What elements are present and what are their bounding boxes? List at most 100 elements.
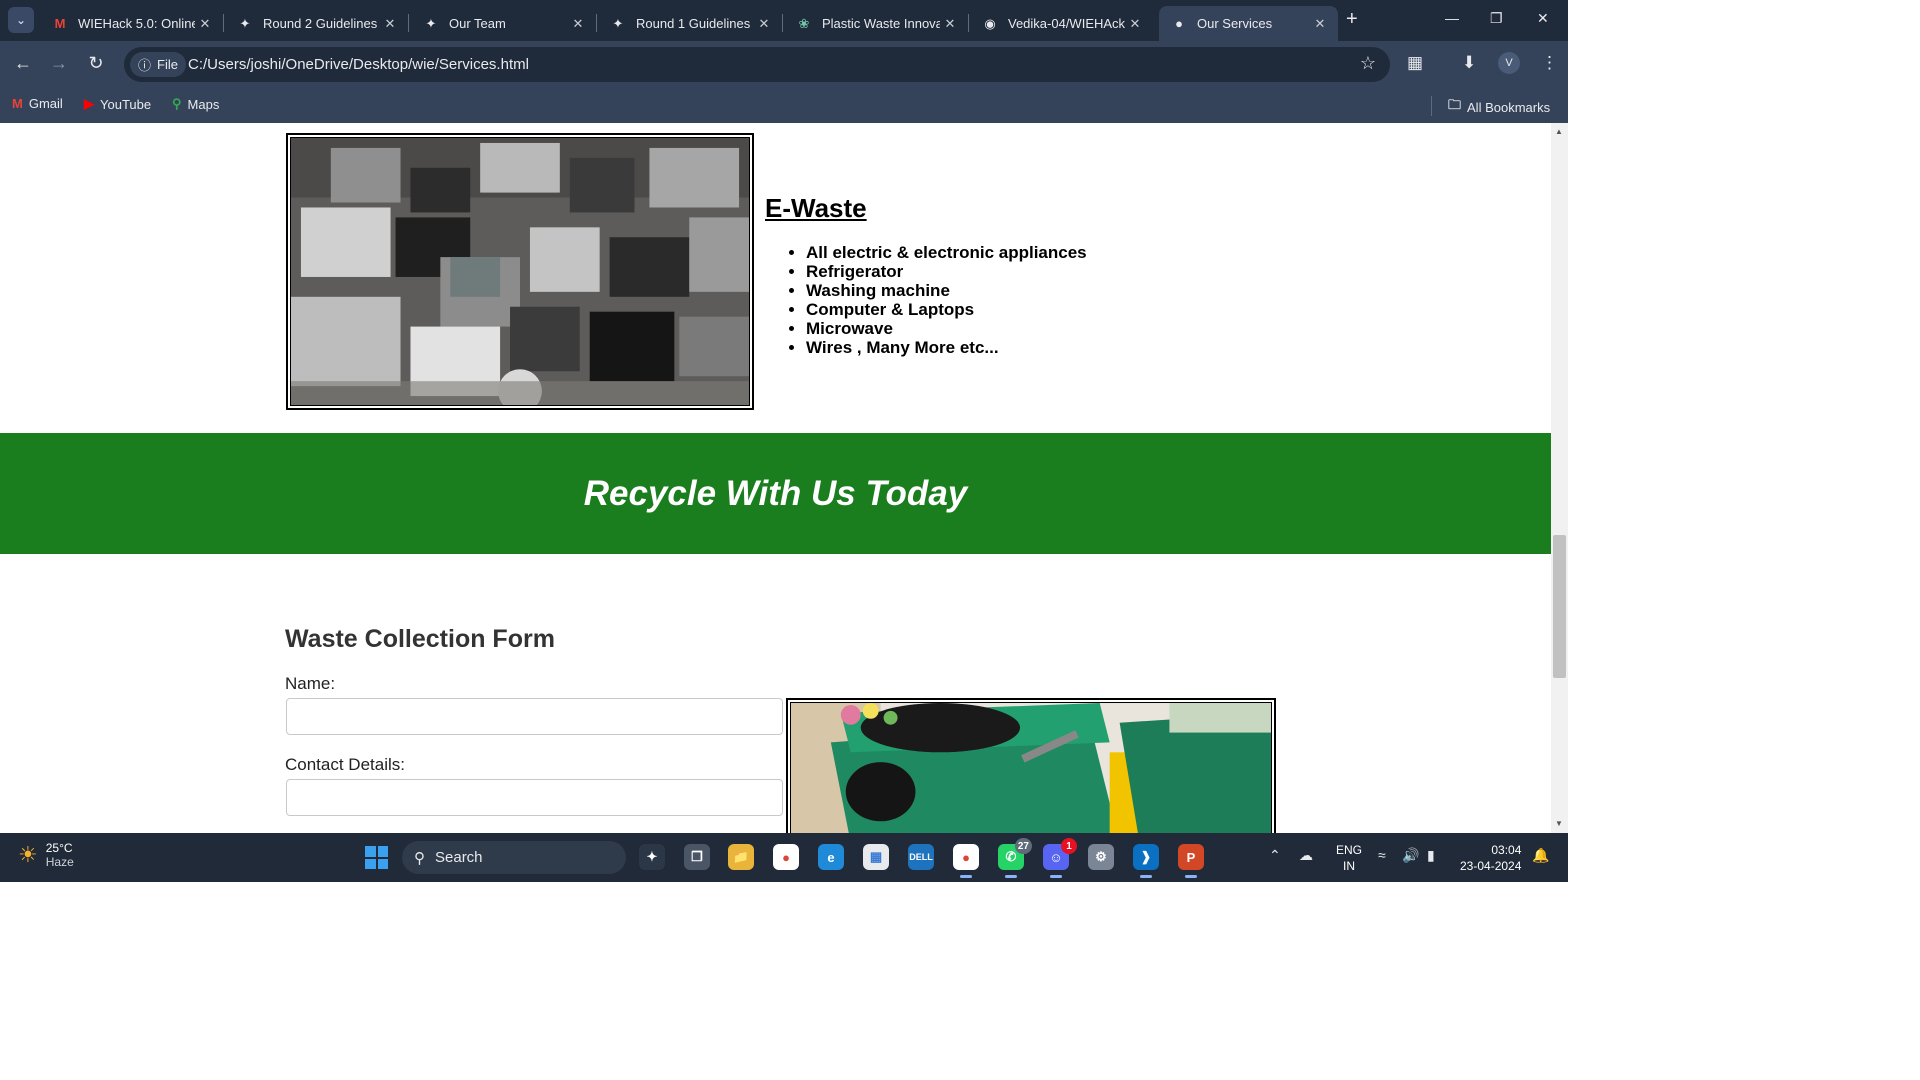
github-icon: ◉ bbox=[984, 15, 996, 31]
search-icon: ⚲ bbox=[414, 849, 425, 867]
devfolio-icon: ✦ bbox=[239, 15, 251, 31]
folder-icon: 🗀 bbox=[1448, 97, 1462, 112]
settings-gear-icon[interactable]: ⚙ bbox=[1088, 844, 1114, 870]
dustbin-image bbox=[786, 698, 1276, 833]
task-view-icon[interactable]: ❐ bbox=[684, 844, 710, 870]
gmail-icon: M bbox=[54, 16, 66, 31]
maps-icon: ⚲ bbox=[172, 96, 182, 111]
close-icon[interactable]: ✕ bbox=[1310, 16, 1330, 32]
new-tab-button[interactable]: + bbox=[1346, 8, 1358, 31]
menu-kebab-icon[interactable]: ⋮ bbox=[1541, 53, 1558, 73]
system-clock[interactable]: 03:04 23-04-2024 bbox=[1460, 842, 1521, 874]
devfolio-icon: ✦ bbox=[425, 15, 437, 31]
address-bar[interactable]: ⓘ File C:/Users/joshi/OneDrive/Desktop/w… bbox=[124, 47, 1390, 82]
chrome-active-icon[interactable]: ● bbox=[953, 844, 979, 878]
language-indicator[interactable]: ENG IN bbox=[1336, 842, 1362, 874]
download-icon[interactable]: ⬇ bbox=[1462, 53, 1476, 73]
site-info-chip[interactable]: ⓘ File bbox=[130, 52, 186, 77]
wifi-icon[interactable]: ≈ bbox=[1378, 847, 1386, 863]
tab-round2[interactable]: ✦ Round 2 Guidelines ✕ bbox=[225, 6, 409, 41]
bookmark-star-icon[interactable]: ☆ bbox=[1360, 53, 1376, 74]
list-item: All electric & electronic appliances bbox=[806, 243, 1087, 262]
ewaste-item-list: All electric & electronic appliances Ref… bbox=[806, 243, 1087, 357]
bookmarks-bar: M Gmail ▶ YouTube ⚲ Maps 🗀 All Bookmarks bbox=[0, 88, 1568, 123]
tab-wiehack[interactable]: M WIEHack 5.0: Online ✕ bbox=[40, 6, 224, 41]
tab-our-team[interactable]: ✦ Our Team ✕ bbox=[411, 6, 597, 41]
scroll-down-arrow-icon[interactable]: ▼ bbox=[1555, 819, 1563, 828]
powerpoint-icon[interactable]: P bbox=[1178, 844, 1204, 878]
recycle-banner: Recycle With Us Today bbox=[0, 433, 1551, 554]
list-item: Wires , Many More etc... bbox=[806, 338, 1087, 357]
bookmark-maps[interactable]: ⚲ Maps bbox=[172, 96, 219, 112]
haze-sun-icon: ☀ bbox=[18, 842, 38, 867]
notification-bell-icon[interactable]: 🔔 bbox=[1532, 847, 1549, 864]
name-input[interactable] bbox=[286, 698, 783, 735]
forward-arrow-icon[interactable]: → bbox=[47, 53, 71, 74]
profile-avatar[interactable]: V bbox=[1498, 52, 1520, 74]
form-title: Waste Collection Form bbox=[285, 625, 555, 653]
tab-our-services[interactable]: ● Our Services ✕ bbox=[1159, 6, 1338, 41]
whatsapp-icon[interactable]: ✆ 27 bbox=[998, 838, 1032, 878]
globe-icon: ● bbox=[1175, 16, 1183, 31]
vscode-icon[interactable]: ❱ bbox=[1133, 844, 1159, 878]
ewaste-heading: E-Waste bbox=[765, 193, 867, 223]
tab-github[interactable]: ◉ Vedika-04/WIEHAck ✕ bbox=[970, 6, 1153, 41]
extensions-icon[interactable]: ▦ bbox=[1407, 53, 1423, 73]
volume-icon[interactable]: 🔊 bbox=[1402, 847, 1419, 864]
back-arrow-icon[interactable]: ← bbox=[11, 53, 35, 74]
windows-taskbar: ☀ 25°C Haze ⚲ Search ✦ ❐ 📁 ● e ▦ DELL ● … bbox=[0, 833, 1568, 882]
chevron-down-icon: ⌄ bbox=[15, 13, 27, 27]
weather-temp: 25°C bbox=[45, 841, 73, 855]
bookmark-youtube[interactable]: ▶ YouTube bbox=[84, 96, 151, 112]
battery-icon[interactable]: ▮ bbox=[1427, 847, 1435, 864]
url-text[interactable]: C:/Users/joshi/OneDrive/Desktop/wie/Serv… bbox=[188, 56, 529, 73]
tab-search-button[interactable]: ⌄ bbox=[8, 7, 34, 33]
copilot-icon[interactable]: ✦ bbox=[639, 844, 665, 870]
ewaste-pile-picture bbox=[291, 138, 749, 405]
close-icon[interactable]: ✕ bbox=[940, 16, 960, 32]
ewaste-image bbox=[286, 133, 754, 410]
weather-widget[interactable]: ☀ 25°C Haze bbox=[18, 841, 74, 869]
close-icon[interactable]: ✕ bbox=[380, 16, 400, 32]
close-icon[interactable]: ✕ bbox=[568, 16, 588, 32]
restore-icon[interactable]: ❐ bbox=[1490, 10, 1503, 27]
contact-input[interactable] bbox=[286, 779, 783, 816]
close-window-icon[interactable]: ✕ bbox=[1537, 10, 1549, 27]
gmail-icon: M bbox=[12, 96, 23, 111]
scroll-up-arrow-icon[interactable]: ▲ bbox=[1555, 127, 1563, 136]
whatsapp-badge: 27 bbox=[1014, 838, 1032, 854]
tab-plastic-waste[interactable]: ❀ Plastic Waste Innova ✕ bbox=[784, 6, 969, 41]
discord-icon[interactable]: ☺ 1 bbox=[1043, 838, 1077, 878]
close-icon[interactable]: ✕ bbox=[754, 16, 774, 32]
windows-start-icon[interactable] bbox=[365, 846, 388, 869]
tab-strip: ⌄ M WIEHack 5.0: Online ✕ ✦ Round 2 Guid… bbox=[0, 0, 1568, 41]
onedrive-cloud-icon[interactable]: ☁ bbox=[1299, 847, 1313, 864]
close-icon[interactable]: ✕ bbox=[1125, 16, 1145, 32]
list-item: Computer & Laptops bbox=[806, 300, 1087, 319]
edge-icon[interactable]: e bbox=[818, 844, 844, 870]
dell-icon[interactable]: DELL bbox=[908, 844, 934, 870]
chevron-up-icon[interactable]: ⌃ bbox=[1269, 847, 1281, 864]
list-item: Washing machine bbox=[806, 281, 1087, 300]
taskbar-search[interactable]: ⚲ Search bbox=[402, 841, 626, 874]
file-explorer-icon[interactable]: 📁 bbox=[728, 844, 754, 870]
all-bookmarks-button[interactable]: 🗀 All Bookmarks bbox=[1448, 96, 1550, 118]
bookmarks-divider bbox=[1431, 96, 1432, 116]
bookmark-gmail[interactable]: M Gmail bbox=[12, 96, 63, 111]
youtube-icon: ▶ bbox=[84, 96, 94, 111]
chatgpt-icon: ❀ bbox=[798, 15, 810, 31]
scrollbar-thumb[interactable] bbox=[1553, 535, 1566, 678]
banner-text: Recycle With Us Today bbox=[583, 473, 968, 513]
store-icon[interactable]: ▦ bbox=[863, 844, 889, 870]
minimize-icon[interactable]: — bbox=[1445, 10, 1459, 26]
reload-icon[interactable]: ↻ bbox=[84, 53, 108, 74]
tab-round1[interactable]: ✦ Round 1 Guidelines ✕ bbox=[598, 6, 783, 41]
page-scrollbar[interactable]: ▲ ▼ bbox=[1551, 123, 1568, 833]
name-label: Name: bbox=[285, 674, 336, 693]
chrome-icon[interactable]: ● bbox=[773, 844, 799, 870]
list-item: Microwave bbox=[806, 319, 1087, 338]
browser-toolbar: ← → ↻ ⓘ File C:/Users/joshi/OneDrive/Des… bbox=[0, 41, 1568, 88]
page-viewport: E-Waste All electric & electronic applia… bbox=[0, 123, 1551, 833]
info-icon: ⓘ bbox=[138, 58, 152, 73]
close-icon[interactable]: ✕ bbox=[195, 16, 215, 32]
